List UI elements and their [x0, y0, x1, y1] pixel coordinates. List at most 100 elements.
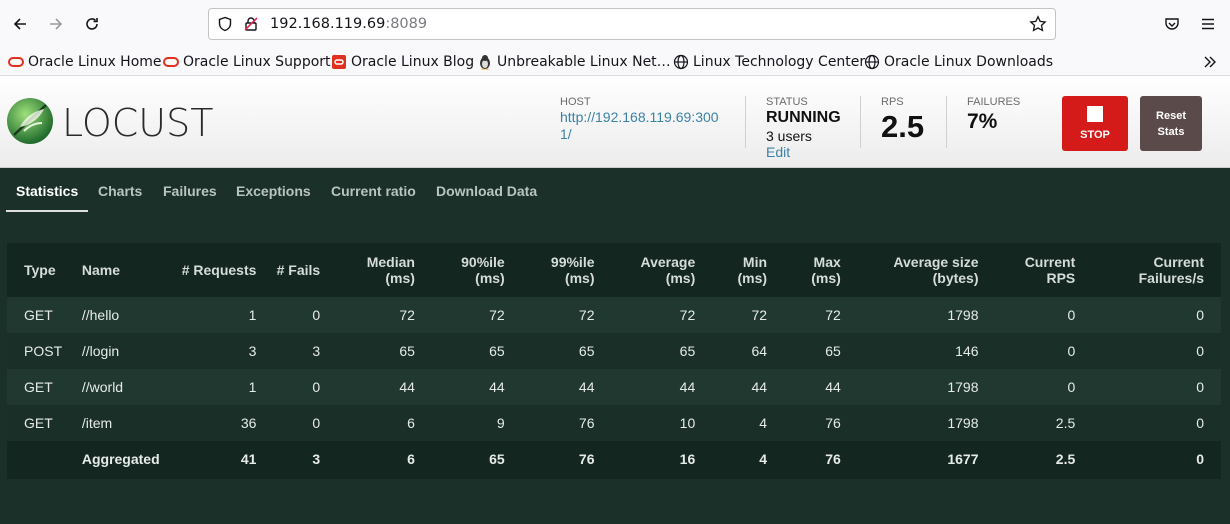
cell-type: GET	[24, 379, 53, 395]
col-header-max[interactable]: Max (ms)	[767, 243, 841, 297]
tab-charts[interactable]: Charts	[98, 183, 142, 199]
cell-requests: 1	[248, 379, 257, 395]
reload-icon[interactable]	[80, 12, 104, 36]
col-header-current-failures-text: Current Failures/s	[1138, 254, 1204, 286]
cell-max: 76	[825, 451, 841, 467]
cell-p99: 44	[578, 379, 595, 395]
cell-median: 6	[407, 451, 415, 467]
col-header-average[interactable]: Average (ms)	[595, 243, 696, 297]
oracle-ring-icon	[163, 54, 179, 70]
tab-failures[interactable]: Failures	[163, 183, 217, 199]
pocket-icon[interactable]	[1160, 12, 1184, 36]
col-header-median[interactable]: Median (ms)	[320, 243, 415, 297]
col-header-99ile[interactable]: 99%ile (ms)	[505, 243, 595, 297]
tab-download-data[interactable]: Download Data	[436, 183, 537, 199]
cell-avg-size: 1798	[947, 379, 979, 395]
cell-min: 72	[751, 307, 768, 323]
url-text[interactable]: 192.168.119.69:8089	[270, 16, 427, 32]
col-header-min[interactable]: Min (ms)	[695, 243, 767, 297]
bookmarks-overflow-chevron-icon[interactable]	[1202, 52, 1218, 72]
reset-stats-button[interactable]: Reset Stats	[1140, 96, 1202, 151]
cell-p99: 76	[578, 415, 595, 431]
cell-name: Aggregated	[81, 451, 160, 467]
cell-current-failures: 0	[1196, 451, 1204, 467]
cell-min: 64	[751, 343, 768, 359]
cell-current-rps: 2.5	[1055, 451, 1076, 467]
cell-avg-size: 146	[955, 343, 979, 359]
bookmark-label: Oracle Linux Blog	[351, 54, 475, 70]
bookmark-linux-technology-center[interactable]: Linux Technology Center	[673, 52, 865, 72]
cell-average: 72	[679, 307, 696, 323]
user-count: 3 users	[766, 128, 812, 144]
col-header-type[interactable]: Type	[7, 243, 82, 297]
col-header-current-failures[interactable]: Current Failures/s	[1075, 243, 1221, 297]
cell-min: 4	[759, 451, 768, 467]
cell-p90: 44	[489, 379, 505, 395]
globe-icon	[673, 54, 689, 70]
forward-arrow-icon[interactable]	[44, 12, 68, 36]
col-header-avg-size-text: Average size (bytes)	[893, 254, 979, 286]
col-header-average-text: Average (ms)	[640, 254, 696, 286]
cell-requests: 3	[248, 343, 257, 359]
cell-current-failures: 0	[1196, 343, 1204, 359]
cell-fails: 0	[312, 415, 321, 431]
insecure-lock-icon[interactable]	[243, 16, 259, 37]
bookmark-oracle-linux-blog[interactable]: Oracle Linux Blog	[331, 52, 474, 72]
cell-p90: 65	[489, 343, 505, 359]
col-header-99ile-text: 99%ile (ms)	[550, 254, 595, 286]
cell-p90: 9	[496, 415, 505, 431]
oracle-ring-icon	[8, 54, 24, 70]
cell-current-rps: 0	[1067, 379, 1076, 395]
col-header-avg-size[interactable]: Average size (bytes)	[841, 243, 979, 297]
cell-type: GET	[24, 307, 53, 323]
cell-average: 65	[679, 343, 696, 359]
cell-name: /item	[81, 415, 113, 431]
cell-current-failures: 0	[1196, 415, 1204, 431]
host-link[interactable]: http://192.168.119.69:3001/	[560, 109, 720, 143]
cell-name: //login	[81, 343, 120, 359]
bookmark-oracle-linux-downloads[interactable]: Oracle Linux Downloads	[864, 52, 1053, 72]
cell-median: 72	[399, 307, 415, 323]
url-host: 192.168.119.69	[270, 16, 386, 32]
aggregated-row: Aggregated 41 3 6 65 76 16 4 76 1677 2.5 0	[7, 441, 1221, 477]
col-header-requests[interactable]: # Requests	[160, 243, 257, 297]
active-tab-indicator	[6, 210, 88, 212]
bookmark-label: Oracle Linux Home	[28, 54, 162, 70]
hamburger-menu-icon[interactable]	[1196, 12, 1220, 36]
cell-p99: 65	[578, 343, 595, 359]
shield-icon[interactable]	[217, 16, 233, 37]
tab-exceptions[interactable]: Exceptions	[236, 183, 311, 199]
bookmark-unbreakable-linux[interactable]: Unbreakable Linux Net…	[477, 52, 671, 72]
cell-requests: 1	[248, 307, 257, 323]
col-header-90ile[interactable]: 90%ile (ms)	[415, 243, 505, 297]
col-header-name[interactable]: Name	[82, 243, 160, 297]
col-header-median-text: Median (ms)	[366, 254, 415, 286]
tab-statistics[interactable]: Statistics	[16, 183, 78, 199]
stop-square-icon	[1087, 106, 1103, 122]
edit-link[interactable]: Edit	[766, 144, 790, 160]
col-header-fails[interactable]: # Fails	[256, 243, 321, 297]
locust-header: LOCUST HOST http://192.168.119.69:3001/ …	[0, 76, 1230, 168]
table-row: GET/item 36 0 6 9 76 10 4 76 1798 2.5 0	[7, 405, 1221, 441]
cell-average: 10	[679, 415, 696, 431]
divider	[745, 96, 746, 148]
bookmark-label: Oracle Linux Downloads	[884, 54, 1054, 70]
cell-max: 76	[825, 415, 841, 431]
bookmark-oracle-linux-support[interactable]: Oracle Linux Support	[163, 52, 331, 72]
cell-fails: 3	[312, 343, 321, 359]
tab-current-ratio[interactable]: Current ratio	[331, 183, 416, 199]
bookmark-label: Oracle Linux Support	[183, 54, 331, 70]
rps-label: RPS	[881, 96, 904, 108]
table-row: GET //hello 1 0 72 72 72 72 72 72 1798 0 0	[7, 297, 1221, 333]
col-header-current-rps[interactable]: Current RPS	[979, 243, 1076, 297]
url-bar[interactable]: 192.168.119.69:8089	[208, 8, 1056, 40]
bookmark-star-icon[interactable]	[1029, 15, 1047, 38]
bookmark-oracle-linux-home[interactable]: Oracle Linux Home	[8, 52, 162, 72]
cell-p99: 76	[578, 451, 595, 467]
table-row: GET //world 1 0 44 44 44 44 44 44 1798 0 0	[7, 369, 1221, 405]
cell-median: 65	[399, 343, 415, 359]
back-arrow-icon[interactable]	[8, 12, 32, 36]
failures-label: FAILURES	[967, 96, 1021, 108]
stop-button[interactable]: STOP	[1062, 96, 1128, 151]
cell-max: 65	[825, 343, 841, 359]
